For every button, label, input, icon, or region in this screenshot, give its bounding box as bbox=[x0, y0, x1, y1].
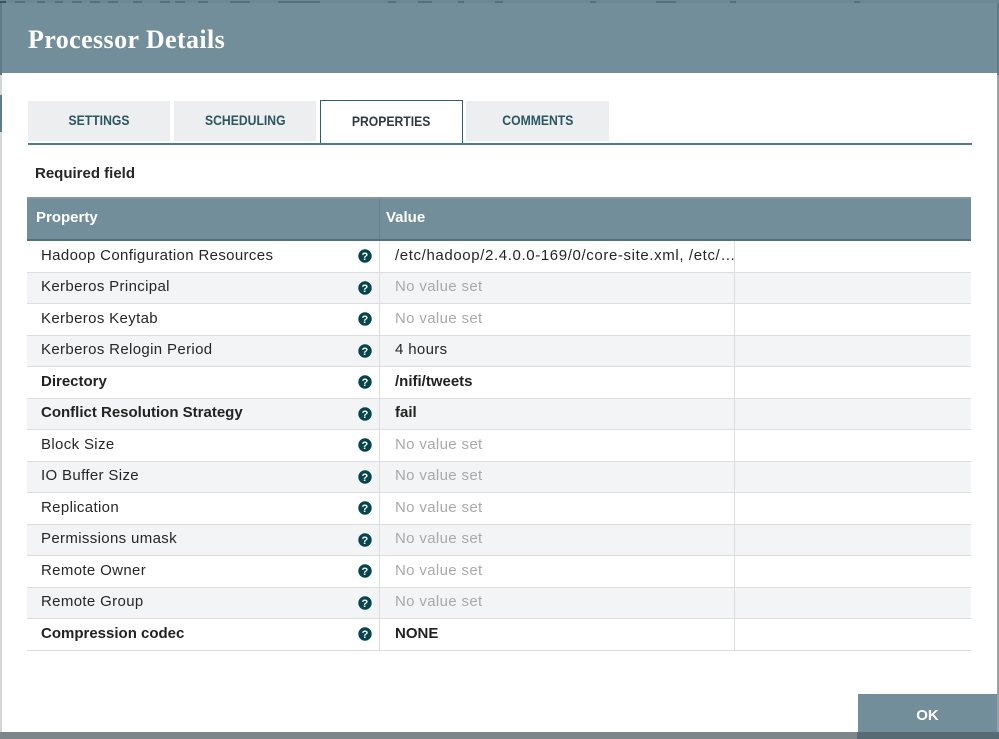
svg-text:?: ? bbox=[361, 314, 368, 326]
svg-text:?: ? bbox=[361, 597, 368, 609]
svg-text:?: ? bbox=[361, 503, 368, 515]
svg-text:?: ? bbox=[361, 534, 368, 546]
svg-text:?: ? bbox=[361, 440, 368, 452]
svg-text:?: ? bbox=[362, 629, 369, 641]
svg-text:?: ? bbox=[361, 471, 368, 483]
svg-text:?: ? bbox=[361, 566, 368, 578]
svg-text:?: ? bbox=[361, 282, 368, 294]
svg-text:?: ? bbox=[361, 251, 368, 263]
svg-text:?: ? bbox=[362, 408, 369, 420]
svg-text:?: ? bbox=[361, 345, 368, 357]
svg-text:?: ? bbox=[362, 377, 369, 389]
